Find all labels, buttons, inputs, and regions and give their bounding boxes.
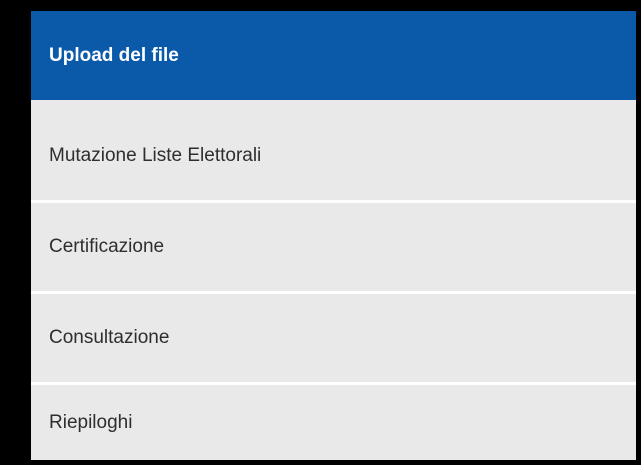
menu-item-mutazione-liste-elettorali[interactable]: Mutazione Liste Elettorali — [31, 112, 636, 203]
menu-item-certificazione[interactable]: Certificazione — [31, 203, 636, 294]
menu-item-label: Consultazione — [49, 327, 170, 348]
menu-item-upload-del-file[interactable]: Upload del file — [31, 11, 636, 100]
menu-item-riepiloghi[interactable]: Riepiloghi — [31, 385, 636, 460]
menu-item-label: Certificazione — [49, 236, 165, 257]
side-menu: Upload del file Mutazione Liste Elettora… — [31, 11, 636, 460]
menu-item-consultazione[interactable]: Consultazione — [31, 294, 636, 385]
menu-item-label: Upload del file — [49, 44, 179, 66]
menu-item-label: Riepiloghi — [49, 411, 133, 433]
menu-item-label: Mutazione Liste Elettorali — [49, 145, 262, 166]
